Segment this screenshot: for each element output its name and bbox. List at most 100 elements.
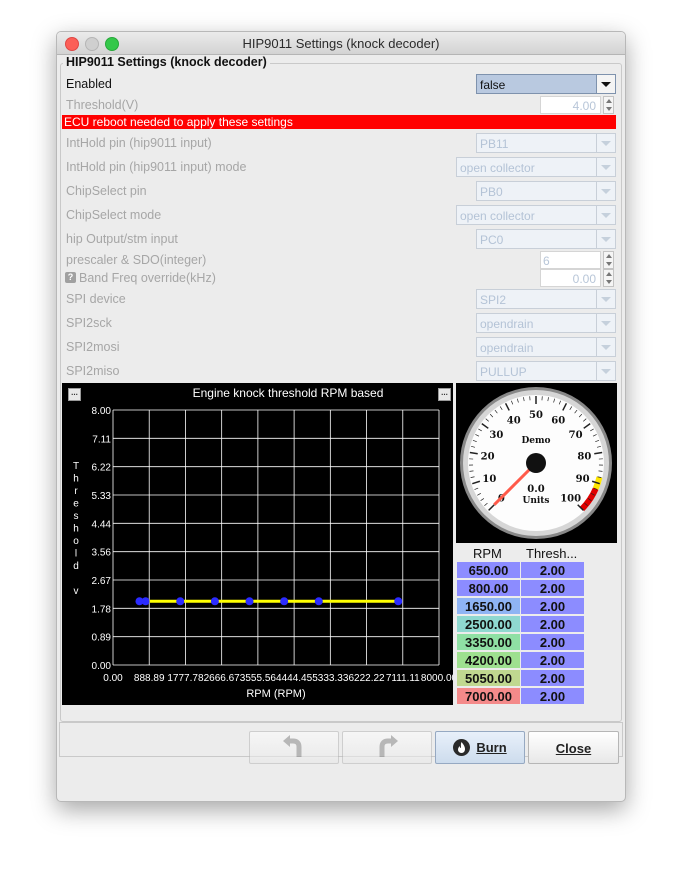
chipselect-pin-value: PB0 [480,185,503,199]
chipselect-mode-dropdown[interactable]: open collector [456,205,616,225]
rpm-column-header: RPM [473,546,502,561]
y-axis-label-char: l [75,549,77,560]
rpm-cell[interactable]: 650.00 [457,562,521,579]
y-axis-label-char: r [74,486,78,497]
thresh-cell[interactable]: 2.00 [521,562,585,579]
gauge-svg: 0102030405060708090100Demo0.0Units [460,387,612,539]
gauge-units: Units [522,496,549,506]
chart-left-options-button[interactable]: ... [68,388,81,401]
spi2miso-label: SPI2miso [66,364,120,378]
hip-output-dropdown[interactable]: PC0 [476,229,616,249]
burn-label: Burn [476,740,507,755]
rpm-threshold-table: RPM Thresh... 650.00 2.00 800.00 2.00 1650.0… [456,543,617,705]
thresh-cell[interactable]: 2.00 [521,688,585,705]
x-tick-label: 5333.33 [312,673,349,684]
data-point [394,597,403,606]
spi2miso-dropdown[interactable]: PULLUP [476,361,616,381]
thresh-cell[interactable]: 2.00 [521,598,585,615]
prescaler-label: prescaler & SDO(integer) [66,253,207,267]
thresh-cell[interactable]: 2.00 [521,580,585,597]
spi-device-label: SPI device [66,292,126,306]
chevron-down-icon [596,206,615,224]
chevron-down-icon [596,75,615,93]
y-axis-label-char: h [73,474,79,485]
chevron-down-icon [596,230,615,248]
chart-svg: Engine knock threshold RPM based 0.00 888.… [73,386,458,700]
inthold-pin-label: IntHold pin (hip9011 input) [66,136,212,150]
gauge-tick-label: 80 [577,451,591,462]
title-bar: HIP9011 Settings (knock decoder) [57,32,625,55]
panel-title: HIP9011 Settings (knock decoder) [63,55,270,69]
thresh-cell[interactable]: 2.00 [521,616,585,633]
x-tick-label: 2666.67 [204,673,241,684]
burn-button[interactable]: Burn [435,731,525,764]
rpm-cell[interactable]: 800.00 [457,580,521,597]
y-tick-label: 5.33 [92,491,112,502]
y-tick-label: 1.78 [92,604,112,615]
prescaler-spinner[interactable] [603,251,614,269]
thresh-cell[interactable]: 2.00 [521,652,585,669]
help-icon[interactable]: ? [65,272,76,283]
gauge-tick-label: 10 [482,474,496,485]
y-tick-label: 0.00 [92,661,112,672]
gauge-tick-label: 90 [576,474,590,485]
thresh-column-header: Thresh... [526,546,578,561]
x-tick-label: 7111.11 [386,673,420,684]
chipselect-mode-value: open collector [460,209,535,223]
spi-device-value: SPI2 [480,293,507,307]
inthold-pin-dropdown[interactable]: PB11 [476,133,616,153]
inthold-mode-value: open collector [460,161,535,175]
spi2mosi-label: SPI2mosi [66,340,120,354]
knock-threshold-chart: Engine knock threshold RPM based 0.00 888.… [62,383,458,705]
chart-right-options-button[interactable]: ... [438,388,451,401]
data-point [245,597,254,606]
prescaler-input[interactable]: 6 [540,251,601,269]
gauge-tick-label: 30 [489,430,503,441]
undo-button[interactable] [249,731,339,764]
gauge-tick-label: 50 [529,410,543,421]
chevron-down-icon [596,182,615,200]
y-tick-label: 8.00 [92,406,112,417]
rpm-cell[interactable]: 2500.00 [457,616,521,633]
band-freq-input[interactable]: 0.00 [540,269,601,287]
rpm-cell[interactable]: 1650.00 [457,598,521,615]
inthold-pin-value: PB11 [480,137,509,151]
spi2mosi-dropdown[interactable]: opendrain [476,337,616,357]
thresh-cell[interactable]: 2.00 [521,634,585,651]
redo-icon [379,735,398,757]
rpm-cell[interactable]: 4200.00 [457,652,521,669]
chipselect-pin-dropdown[interactable]: PB0 [476,181,616,201]
chevron-down-icon [596,362,615,380]
enabled-value: false [480,78,506,92]
band-freq-label: Band Freq override(kHz) [79,271,216,285]
chevron-down-icon [596,158,615,176]
y-axis-label-char: s [74,511,79,522]
y-tick-label: 4.44 [92,519,112,530]
rpm-cell[interactable]: 7000.00 [457,688,521,705]
rpm-cell[interactable]: 3350.00 [457,634,521,651]
inthold-mode-dropdown[interactable]: open collector [456,157,616,177]
rpm-cell[interactable]: 5050.00 [457,670,521,687]
y-tick-label: 0.89 [92,633,112,644]
y-tick-label: 2.67 [92,576,112,587]
threshold-input[interactable]: 4.00 [540,96,601,114]
threshold-spinner[interactable] [603,96,614,114]
x-tick-label: 4444.45 [276,673,313,684]
gauge-minor-tick [469,470,474,472]
redo-button[interactable] [342,731,432,764]
chevron-down-icon [596,290,615,308]
x-tick-label: 8000.00 [421,673,453,684]
chevron-down-icon [596,314,615,332]
close-label: Close [555,741,592,756]
enabled-dropdown[interactable]: false [476,74,616,94]
close-button[interactable]: Close [528,731,619,764]
enabled-label: Enabled [66,77,112,91]
y-tick-label: 6.22 [92,463,112,474]
spi-device-dropdown[interactable]: SPI2 [476,289,616,309]
spi2sck-dropdown[interactable]: opendrain [476,313,616,333]
x-axis-label: RPM (RPM) [246,688,305,700]
band-freq-spinner[interactable] [603,269,614,287]
undo-icon [283,735,302,757]
thresh-cell[interactable]: 2.00 [521,670,585,687]
x-tick-label: 6222.22 [348,673,385,684]
